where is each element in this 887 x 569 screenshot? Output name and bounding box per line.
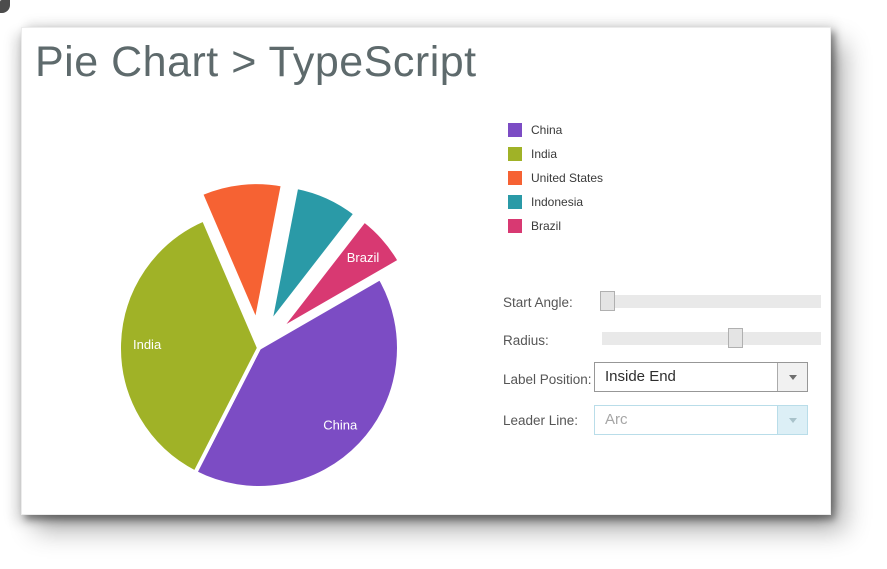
legend-item-label: China: [531, 123, 562, 137]
chevron-down-icon: [789, 418, 797, 423]
radius-slider[interactable]: [602, 332, 821, 345]
label-position-dropdown-button[interactable]: [777, 363, 807, 391]
demo-page-card: Pie Chart > TypeScript ChinaIndiaBrazil …: [21, 27, 831, 515]
legend-color-swatch: [508, 171, 522, 185]
start-angle-label: Start Angle:: [503, 295, 573, 311]
leader-line-select: Arc: [594, 405, 808, 435]
pie-slice-label: India: [133, 337, 162, 352]
chart-legend: China India United States Indonesia Brazil: [508, 123, 603, 233]
start-angle-slider[interactable]: [602, 295, 821, 308]
pie-slice-label: Brazil: [347, 250, 380, 265]
legend-item-label: India: [531, 147, 557, 161]
legend-item-label: United States: [531, 171, 603, 185]
legend-color-swatch: [508, 147, 522, 161]
legend-color-swatch: [508, 195, 522, 209]
start-angle-slider-handle[interactable]: [600, 291, 615, 311]
legend-item-united-states: United States: [508, 171, 603, 185]
pie-slice-label: China: [323, 418, 358, 433]
screenshot-corner-artifact: [0, 0, 10, 13]
leader-line-value: Arc: [605, 406, 628, 434]
legend-item-india: India: [508, 147, 603, 161]
chevron-down-icon: [789, 375, 797, 380]
legend-item-indonesia: Indonesia: [508, 195, 603, 209]
label-position-value: Inside End: [605, 363, 676, 391]
legend-color-swatch: [508, 219, 522, 233]
legend-color-swatch: [508, 123, 522, 137]
leader-line-label: Leader Line:: [503, 413, 578, 429]
label-position-label: Label Position:: [503, 372, 592, 388]
leader-line-dropdown-button: [777, 406, 807, 434]
label-position-select[interactable]: Inside End: [594, 362, 808, 392]
radius-label: Radius:: [503, 333, 549, 349]
pie-chart[interactable]: China India Brazil: [79, 168, 439, 504]
legend-item-china: China: [508, 123, 603, 137]
radius-slider-handle[interactable]: [728, 328, 743, 348]
page-title: Pie Chart > TypeScript: [35, 38, 477, 87]
legend-item-label: Indonesia: [531, 195, 583, 209]
legend-item-label: Brazil: [531, 219, 561, 233]
legend-item-brazil: Brazil: [508, 219, 603, 233]
